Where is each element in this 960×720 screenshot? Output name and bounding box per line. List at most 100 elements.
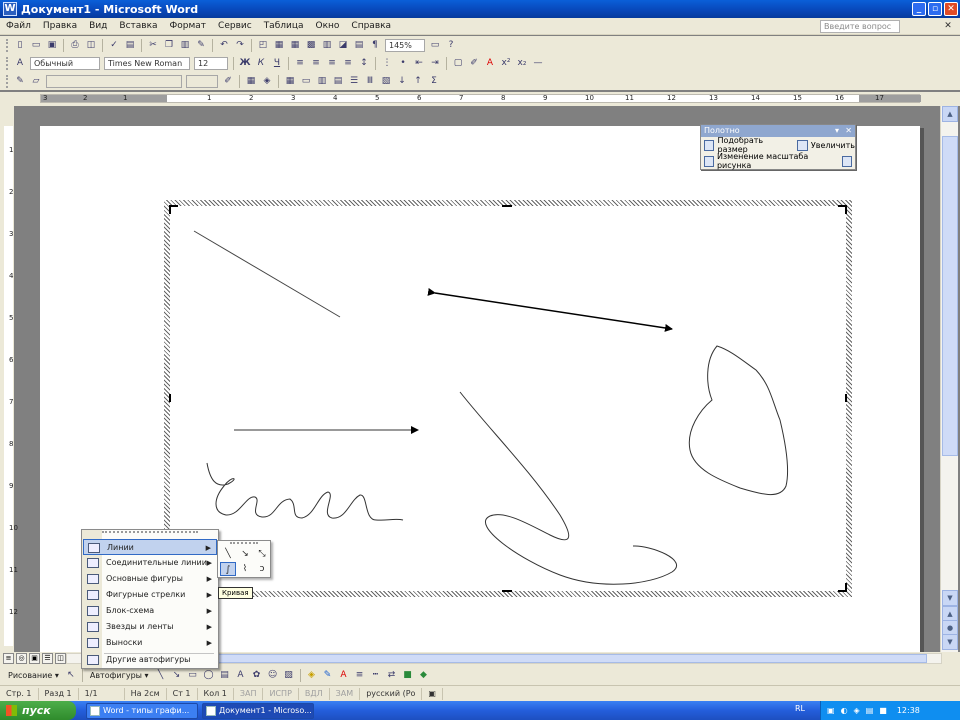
reading-view-icon[interactable]: ◫	[55, 653, 66, 664]
ruler-track[interactable]: 3 2 1 1 2 3 4 5 6 7 8 9 10 11 12 13 14 1…	[40, 94, 921, 103]
line-spacing-icon[interactable]: ↕	[357, 56, 371, 70]
tray-app-icon[interactable]: ▤	[866, 706, 874, 715]
double-arrow-icon[interactable]: ⤡	[254, 547, 270, 561]
strikethrough-icon[interactable]: —	[531, 56, 545, 70]
open-folder-icon[interactable]: ▭	[29, 38, 43, 52]
document-map-icon[interactable]: ▤	[352, 38, 366, 52]
font-color-icon[interactable]: A	[483, 56, 497, 70]
draw-menu-button[interactable]: Рисование ▾	[4, 671, 63, 680]
taskbar-item-document1[interactable]: Документ1 - Microso...	[202, 702, 314, 719]
border-color-icon[interactable]: ✐	[221, 74, 235, 88]
paste-icon[interactable]: ▥	[178, 38, 192, 52]
rectangle-tool-icon[interactable]: ▭	[186, 668, 200, 682]
tables-borders-icon[interactable]: ▦	[272, 38, 286, 52]
normal-view-icon[interactable]: ≡	[3, 653, 14, 664]
style-select[interactable]: Обычный	[30, 56, 100, 70]
clock[interactable]: 12:38	[897, 706, 920, 715]
menu-item-more-autoshapes[interactable]: Другие автофигуры	[83, 652, 217, 668]
subscript-icon[interactable]: x₂	[515, 56, 529, 70]
highlight-icon[interactable]: ✐	[467, 56, 481, 70]
toolbar-grip[interactable]	[6, 38, 9, 52]
arrow-tool-icon[interactable]: ↘	[170, 668, 184, 682]
line-icon[interactable]: ╲	[220, 547, 236, 561]
next-page-icon[interactable]: ▼	[942, 634, 958, 650]
cut-icon[interactable]: ✂	[146, 38, 160, 52]
merge-cells-icon[interactable]: ▭	[299, 74, 313, 88]
insert-picture-icon[interactable]: ▨	[282, 668, 296, 682]
shadow-style-icon[interactable]: ■	[401, 668, 415, 682]
align-center-icon[interactable]: ≡	[309, 56, 323, 70]
zoom-select[interactable]: 145%	[385, 38, 425, 52]
scribble-icon[interactable]: ↄ	[254, 562, 270, 576]
arrow-icon[interactable]: ↘	[237, 547, 253, 561]
toolbar-grip[interactable]	[6, 56, 9, 70]
shading-icon[interactable]: ◈	[260, 74, 274, 88]
chevron-down-icon[interactable]: ▾	[835, 125, 839, 137]
arrow-style-icon[interactable]: ⇄	[385, 668, 399, 682]
outline-view-icon[interactable]: ☰	[42, 653, 53, 664]
start-button[interactable]: пуск	[0, 701, 76, 720]
justify-icon[interactable]: ≡	[341, 56, 355, 70]
menu-view[interactable]: Вид	[83, 21, 113, 31]
align-right-icon[interactable]: ≡	[325, 56, 339, 70]
minimize-button[interactable]: _	[912, 2, 926, 16]
tray-app-icon[interactable]: ■	[879, 706, 887, 715]
borders-icon[interactable]: ▢	[451, 56, 465, 70]
fill-color-icon[interactable]: ◈	[305, 668, 319, 682]
spelling-icon[interactable]: ✓	[107, 38, 121, 52]
menu-item-basic-shapes[interactable]: Основные фигуры ▶	[83, 571, 217, 587]
vertical-ruler-track[interactable]: 1 2 3 4 5 6 7 8 9 10 11 12	[4, 126, 18, 646]
superscript-icon[interactable]: x²	[499, 56, 513, 70]
freeform-icon[interactable]: ⌇	[237, 562, 253, 576]
insert-excel-icon[interactable]: ▩	[304, 38, 318, 52]
spelling-status-icon[interactable]: ▣	[422, 687, 443, 700]
curve-icon[interactable]: ∫	[220, 562, 236, 576]
menu-file[interactable]: Файл	[0, 21, 37, 31]
oval-tool-icon[interactable]: ◯	[202, 668, 216, 682]
line-weight-select[interactable]	[186, 74, 218, 88]
font-size-select[interactable]: 12	[194, 56, 228, 70]
status-track-changes[interactable]: ИСПР	[263, 687, 299, 700]
align-cell-icon[interactable]: ▤	[331, 74, 345, 88]
sort-ascending-icon[interactable]: ↓	[395, 74, 409, 88]
increase-indent-icon[interactable]: ⇥	[428, 56, 442, 70]
autoshapes-menu-button[interactable]: Автофигуры ▾	[86, 671, 153, 680]
language-indicator[interactable]: RL	[795, 704, 805, 713]
drawing-canvas[interactable]	[170, 206, 846, 591]
scroll-up-icon[interactable]: ▲	[942, 106, 958, 122]
3d-style-icon[interactable]: ◆	[417, 668, 431, 682]
insert-table-icon[interactable]: ▦	[288, 38, 302, 52]
menu-format[interactable]: Формат	[164, 21, 213, 31]
scale-drawing-button[interactable]: Изменение масштаба рисунка	[717, 152, 830, 170]
eraser-icon[interactable]: ▱	[29, 74, 43, 88]
decrease-indent-icon[interactable]: ⇤	[412, 56, 426, 70]
bold-button[interactable]: Ж	[238, 56, 252, 70]
menu-item-block-arrows[interactable]: Фигурные стрелки ▶	[83, 587, 217, 603]
menu-item-flowchart[interactable]: Блок-схема ▶	[83, 603, 217, 619]
underline-button[interactable]: Ч	[270, 56, 284, 70]
bullets-icon[interactable]: •	[396, 56, 410, 70]
canvas-toolbar-title[interactable]: Полотно ▾ ✕	[701, 125, 855, 137]
distribute-columns-icon[interactable]: Ⅲ	[363, 74, 377, 88]
close-button[interactable]: ✕	[944, 2, 958, 16]
menu-drag-grip[interactable]	[102, 531, 198, 538]
menu-window[interactable]: Окно	[310, 21, 346, 31]
expand-drawing-button[interactable]: Увеличить	[811, 141, 855, 150]
italic-button[interactable]: К	[254, 56, 268, 70]
research-icon[interactable]: ▤	[123, 38, 137, 52]
insert-table-small-icon[interactable]: ▦	[283, 74, 297, 88]
status-extend[interactable]: ВДЛ	[299, 687, 330, 700]
line-style-icon[interactable]: ≡	[353, 668, 367, 682]
distribute-rows-icon[interactable]: ☰	[347, 74, 361, 88]
tray-security-icon[interactable]: ◈	[854, 706, 860, 715]
numbering-icon[interactable]: ⋮	[380, 56, 394, 70]
menu-edit[interactable]: Правка	[37, 21, 83, 31]
read-icon[interactable]: ▭	[428, 38, 442, 52]
toolbar-grip[interactable]	[6, 74, 9, 88]
copy-icon[interactable]: ❐	[162, 38, 176, 52]
select-objects-icon[interactable]: ↖	[64, 668, 78, 682]
new-document-icon[interactable]: ▯	[13, 38, 27, 52]
wordart-icon[interactable]: A	[234, 668, 248, 682]
print-icon[interactable]: ⎙	[68, 38, 82, 52]
dash-style-icon[interactable]: ┅	[369, 668, 383, 682]
